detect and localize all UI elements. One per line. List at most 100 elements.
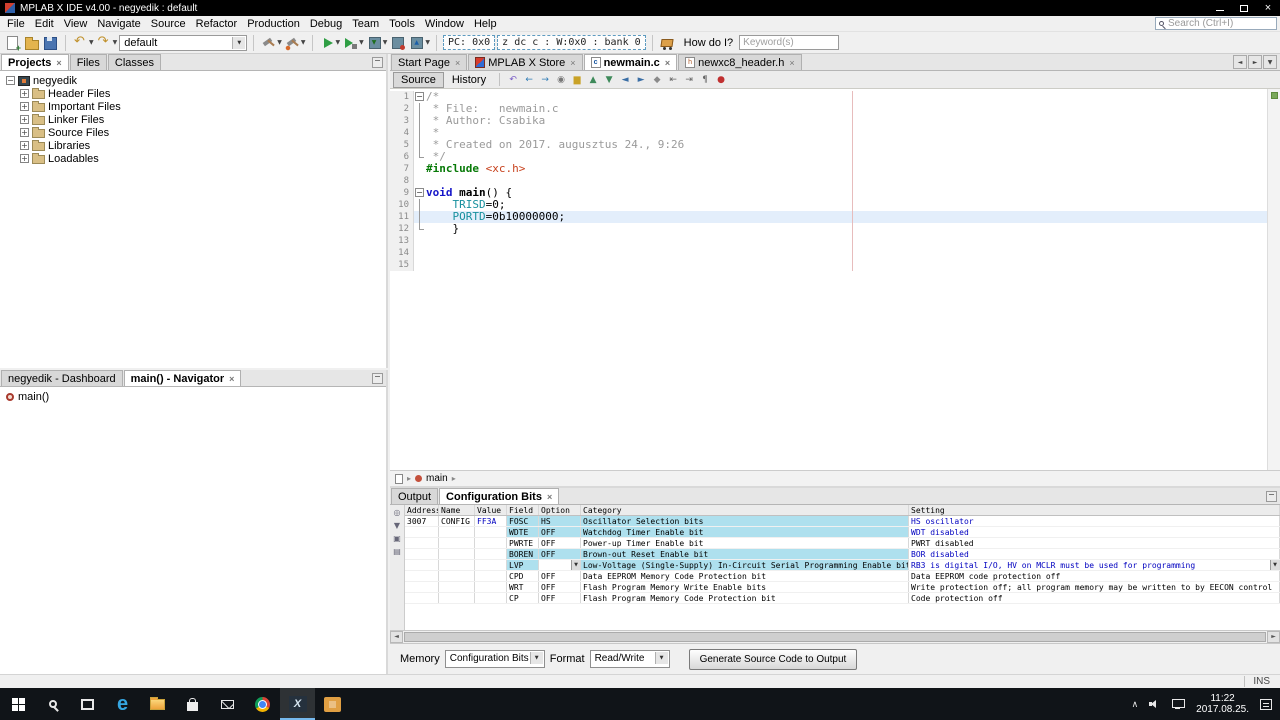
record-macro-icon[interactable]: ●: [713, 72, 729, 87]
search-output-icon[interactable]: ◎: [394, 508, 401, 517]
dropdown-arrow-icon[interactable]: ▼: [113, 39, 118, 46]
scroll-left-button[interactable]: [390, 631, 403, 643]
hidden-icons-chevron-icon[interactable]: [1132, 698, 1139, 710]
name-cell[interactable]: [439, 571, 475, 581]
code-line-14[interactable]: 14: [390, 247, 1267, 259]
tree-item-header-files[interactable]: + Header Files: [0, 87, 386, 100]
tree-item-linker-files[interactable]: + Linker Files: [0, 113, 386, 126]
config-row-boren[interactable]: BOREN OFF Brown-out Reset Enable bit BOR di…: [405, 549, 1280, 560]
name-cell[interactable]: [439, 593, 475, 603]
field-cell[interactable]: LVP: [507, 560, 539, 570]
debug-project-button[interactable]: ▼: [342, 34, 364, 51]
dropdown-arrow-icon[interactable]: ▼: [89, 39, 94, 46]
collapse-fold-icon[interactable]: −: [415, 188, 424, 197]
field-cell[interactable]: PWRTE: [507, 538, 539, 548]
option-cell[interactable]: OFF: [539, 593, 581, 603]
tree-root-negyedik[interactable]: − negyedik: [0, 74, 386, 87]
expand-icon[interactable]: +: [20, 154, 29, 163]
dropdown-arrow-icon[interactable]: ▼: [277, 39, 282, 46]
code-editor[interactable]: 1−/* 2 * File: newmain.c 3 * Author: Csabi…: [390, 89, 1280, 470]
pc-field[interactable]: PC: 0x0: [443, 35, 496, 50]
pin-icon[interactable]: ▣: [393, 534, 401, 543]
name-cell[interactable]: [439, 538, 475, 548]
quick-search[interactable]: Search (Ctrl+I): [1155, 17, 1277, 30]
config-row-cp[interactable]: CP OFF Flash Program Memory Code Protectio…: [405, 593, 1280, 604]
menu-view[interactable]: View: [59, 18, 93, 30]
setting-cell[interactable]: HS oscillator: [909, 516, 1280, 526]
error-stripe[interactable]: [1267, 89, 1280, 470]
hold-in-reset-button[interactable]: [389, 34, 406, 51]
tab-files[interactable]: Files: [69, 54, 107, 70]
tree-item-loadables[interactable]: + Loadables: [0, 152, 386, 165]
column-header-setting[interactable]: Setting: [909, 505, 1280, 515]
setting-cell[interactable]: Code protection off: [909, 593, 1280, 603]
address-cell[interactable]: [405, 527, 439, 537]
next-bookmark-icon[interactable]: ►: [633, 72, 649, 87]
field-cell[interactable]: FOSC: [507, 516, 539, 526]
menu-help[interactable]: Help: [469, 18, 502, 30]
configuration-select[interactable]: default ▼: [119, 34, 248, 51]
dropdown-arrow-icon[interactable]: ▼: [301, 39, 306, 46]
menu-navigate[interactable]: Navigate: [92, 18, 145, 30]
combo-arrow-icon[interactable]: ▼: [571, 560, 580, 570]
setting-cell[interactable]: WDT disabled: [909, 527, 1280, 537]
navigator-item-main[interactable]: main(): [0, 390, 386, 404]
format-select[interactable]: Read/Write ▼: [589, 650, 670, 668]
category-cell[interactable]: Flash Program Memory Code Protection bit: [581, 593, 909, 603]
horizontal-scrollbar[interactable]: [390, 630, 1280, 643]
option-cell[interactable]: OFF: [539, 549, 581, 559]
address-cell[interactable]: [405, 538, 439, 548]
category-cell[interactable]: Data EEPROM Memory Code Protection bit: [581, 571, 909, 581]
taskbar-mail[interactable]: [210, 688, 245, 720]
editor-tab-newmain-c[interactable]: c newmain.c ×: [583, 54, 678, 70]
field-cell[interactable]: BOREN: [507, 549, 539, 559]
comment-icon[interactable]: ¶: [697, 72, 713, 87]
menu-window[interactable]: Window: [420, 18, 469, 30]
menu-source[interactable]: Source: [146, 18, 191, 30]
maximize-button[interactable]: [1232, 0, 1256, 16]
value-cell[interactable]: [475, 538, 507, 548]
combo-arrow-icon[interactable]: ▼: [1270, 560, 1279, 570]
minimize-panel-button[interactable]: [372, 56, 383, 68]
value-cell[interactable]: [475, 593, 507, 603]
filter-icon[interactable]: ▼: [394, 521, 400, 530]
menu-debug[interactable]: Debug: [305, 18, 347, 30]
name-cell[interactable]: [439, 527, 475, 537]
option-cell[interactable]: OFF: [539, 582, 581, 592]
combo-arrow-icon[interactable]: ▼: [654, 652, 668, 664]
column-header-category[interactable]: Category: [581, 505, 909, 515]
clean-build-project-button[interactable]: ▼: [283, 34, 306, 51]
close-tab-icon[interactable]: ×: [56, 58, 61, 68]
address-cell[interactable]: [405, 593, 439, 603]
collapse-fold-icon[interactable]: −: [415, 92, 424, 101]
redo-button[interactable]: ▼: [96, 34, 118, 51]
name-cell[interactable]: [439, 560, 475, 570]
clipboard-icon[interactable]: ▤: [393, 547, 401, 556]
fold-marker[interactable]: −: [414, 187, 426, 199]
taskbar-mplab-x[interactable]: [280, 688, 315, 720]
taskbar-start[interactable]: [0, 688, 35, 720]
back-icon[interactable]: ←: [521, 72, 537, 87]
close-button[interactable]: [1256, 0, 1280, 16]
next-occurrence-icon[interactable]: ▼: [601, 72, 617, 87]
taskbar-file-explorer[interactable]: [140, 688, 175, 720]
tree-item-important-files[interactable]: + Important Files: [0, 100, 386, 113]
store-cart-button[interactable]: [659, 34, 676, 51]
address-cell[interactable]: 3007: [405, 516, 439, 526]
tab-projects[interactable]: Projects ×: [1, 54, 69, 70]
field-cell[interactable]: WDTE: [507, 527, 539, 537]
new-file-button[interactable]: [4, 34, 21, 53]
code-line-15[interactable]: 15: [390, 259, 1267, 271]
taskbar-chrome[interactable]: [245, 688, 280, 720]
generate-source-button[interactable]: Generate Source Code to Output: [688, 648, 858, 670]
tab-output[interactable]: Output: [391, 488, 439, 504]
expand-icon[interactable]: +: [20, 102, 29, 111]
value-cell[interactable]: [475, 549, 507, 559]
collapse-icon[interactable]: −: [6, 76, 15, 85]
column-header-field[interactable]: Field: [507, 505, 539, 515]
scroll-tabs-right-button[interactable]: [1248, 55, 1262, 69]
history-view-button[interactable]: History: [444, 72, 494, 88]
read-device-memory-button[interactable]: ▼: [408, 34, 430, 51]
open-project-button[interactable]: [23, 34, 40, 51]
tree-item-source-files[interactable]: + Source Files: [0, 126, 386, 139]
